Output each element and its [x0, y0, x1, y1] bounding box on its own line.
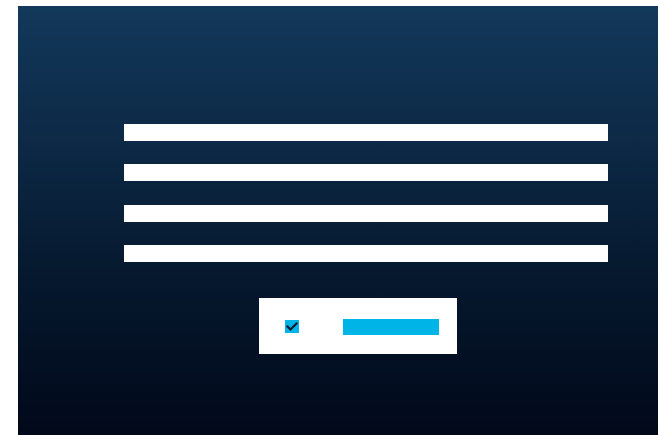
text-field-4[interactable]: [124, 245, 608, 262]
confirm-panel: [259, 298, 457, 354]
text-field-3[interactable]: [124, 205, 608, 222]
checkbox[interactable]: [285, 320, 299, 333]
text-field-1[interactable]: [124, 124, 608, 141]
text-field-2[interactable]: [124, 164, 608, 181]
checkmark-icon: [285, 321, 299, 332]
login-screen: [18, 6, 658, 435]
submit-button[interactable]: [343, 319, 439, 335]
